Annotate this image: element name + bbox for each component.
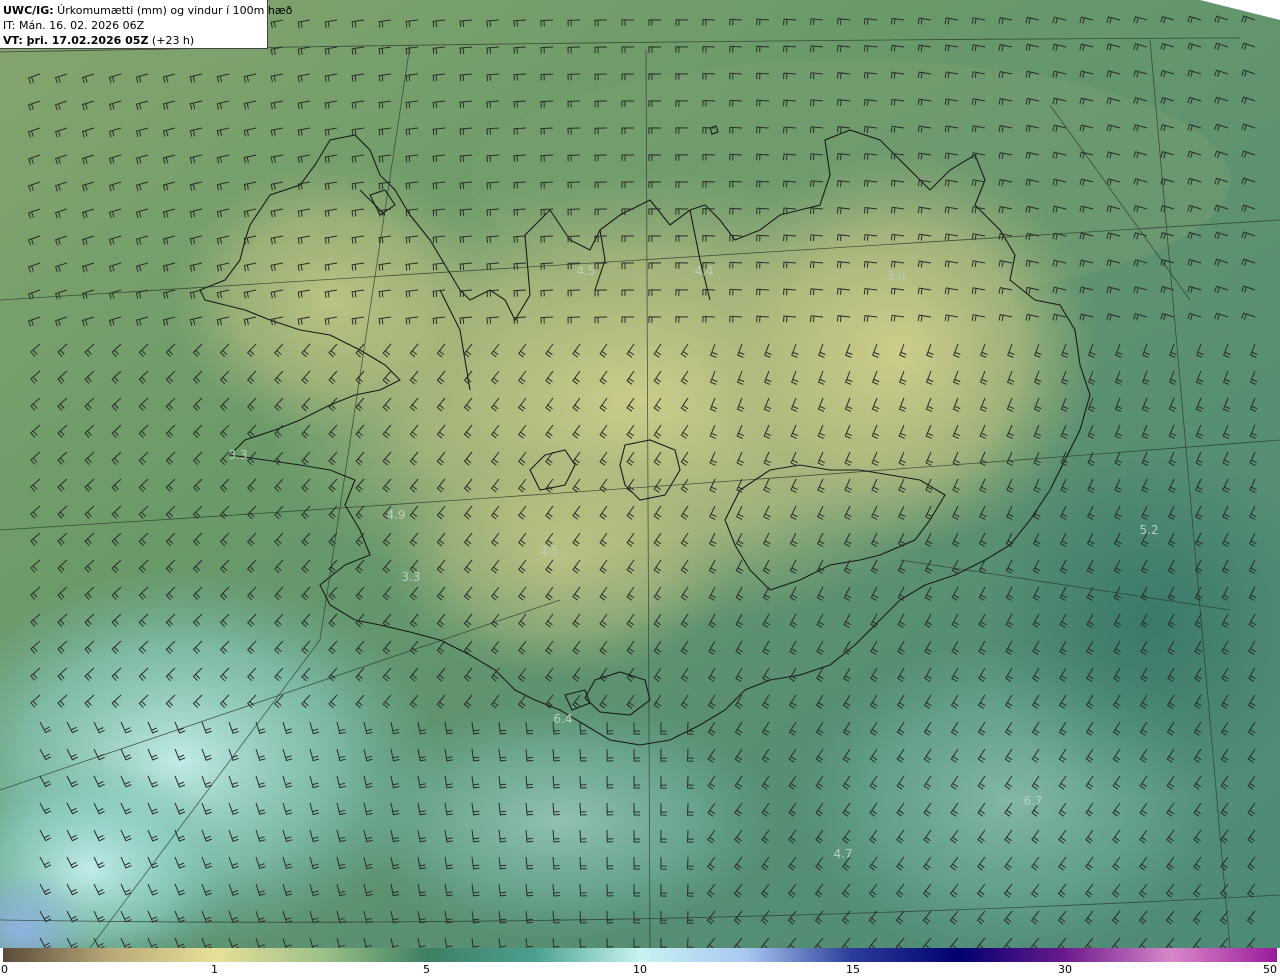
value-label: 4.7 <box>833 847 852 861</box>
value-label: 3.0 <box>886 269 905 283</box>
valid-time-line: VT: þri. 17.02.2026 05Z (+23 h) <box>3 33 267 48</box>
value-label: 5.2 <box>1139 523 1158 537</box>
value-label: 6.7 <box>1023 794 1042 808</box>
colorbar-tick: 5 <box>423 963 430 976</box>
value-label: 4.5 <box>539 544 558 558</box>
value-label: 6.4 <box>553 712 572 726</box>
map-info-box: UWC/IG: Úrkomumætti (mm) og vindur í 100… <box>0 0 292 49</box>
issue-time: IT: Mán. 16. 02. 2026 06Z <box>3 19 145 32</box>
precipitation-wind-map: 4.5 4.4 3.0 3.3 4.9 4.5 3.3 6.4 5.2 6.7 … <box>0 0 1280 948</box>
valid-time: VT: þri. 17.02.2026 05Z <box>3 34 149 47</box>
value-label: 3.3 <box>401 570 420 584</box>
value-label: 4.5 <box>576 264 595 278</box>
model-name: UWC/IG: <box>3 4 54 17</box>
value-label: 3.3 <box>228 448 247 462</box>
colorbar-tick: 30 <box>1058 963 1072 976</box>
value-label: 4.4 <box>694 264 713 278</box>
value-label: 4.9 <box>386 508 405 522</box>
colorbar-tick: 1 <box>211 963 218 976</box>
colorbar-tick: 15 <box>846 963 860 976</box>
colorbar-tick: 10 <box>633 963 647 976</box>
map-title: Úrkomumætti (mm) og vindur í 100m hæð <box>53 4 293 17</box>
colorbar-strip <box>3 948 1277 962</box>
title-line: UWC/IG: Úrkomumætti (mm) og vindur í 100… <box>3 3 292 18</box>
colorbar: 0 1 5 10 15 30 50 <box>0 948 1280 978</box>
colorbar-tick: 0 <box>1 963 8 976</box>
forecast-hour: (+23 h) <box>148 34 195 47</box>
colorbar-tick: 50 <box>1263 963 1277 976</box>
